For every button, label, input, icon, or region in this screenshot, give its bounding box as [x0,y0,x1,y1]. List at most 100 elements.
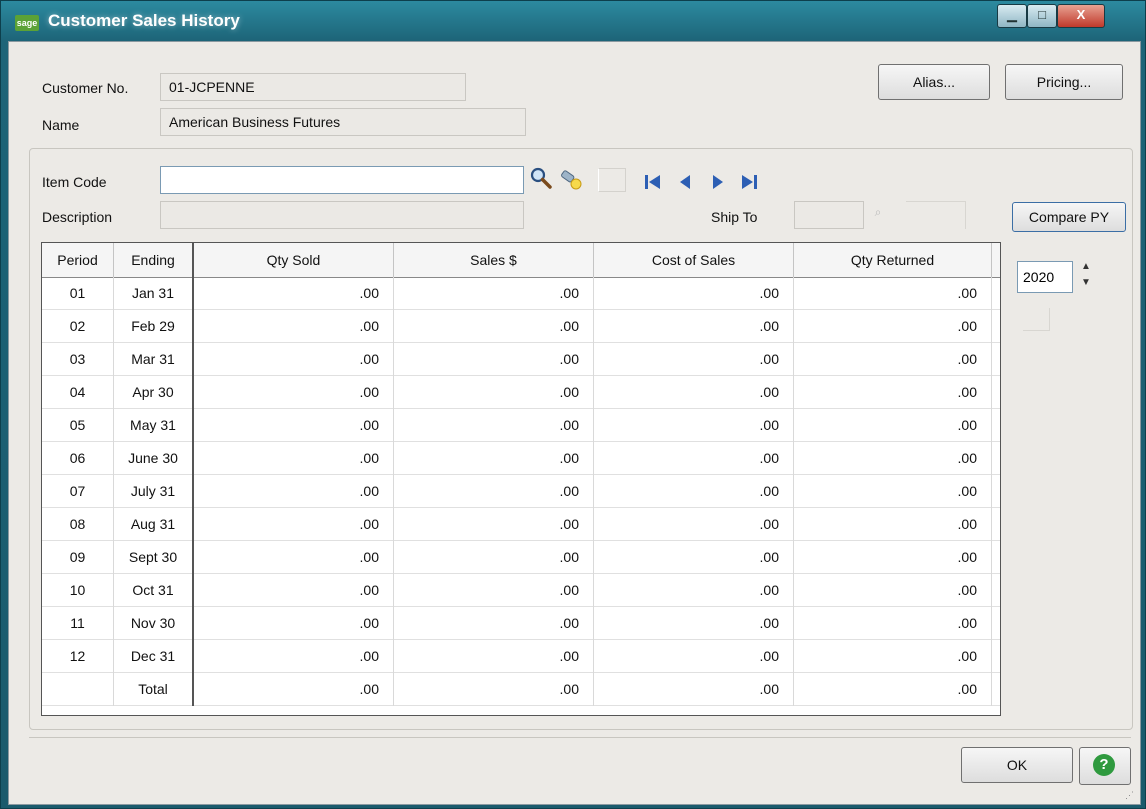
total-row[interactable]: Total .00.00.00.00 [42,673,1000,706]
year-spinner[interactable]: 2020 [1017,261,1073,293]
cell-qty-returned: .00 [794,409,992,442]
cell-period: 04 [42,376,114,409]
cell-sales: .00 [394,508,594,541]
lookup-magnifier-icon[interactable] [529,166,553,190]
next-record-icon[interactable] [706,170,730,194]
cell-cost-of-sales: .00 [594,376,794,409]
cell-qty-returned: .00 [794,277,992,310]
divider [29,737,1131,738]
header-sales[interactable]: Sales $ [394,243,594,277]
cell-cost-of-sales: .00 [594,574,794,607]
header-period[interactable]: Period [42,243,114,277]
cell-sales: .00 [394,475,594,508]
sage-logo: sage [15,15,39,31]
maximize-button[interactable]: □ [1027,4,1057,28]
pricing-button[interactable]: Pricing... [1005,64,1123,100]
cell-cost-of-sales: .00 [594,310,794,343]
cell-sales: .00 [394,574,594,607]
window-title: Customer Sales History [48,11,240,30]
help-icon: ? [1093,754,1115,776]
close-button[interactable]: X [1057,4,1105,28]
description-label: Description [42,209,113,225]
customer-no-label: Customer No. [42,80,129,96]
header-qty-sold[interactable]: Qty Sold [194,243,394,277]
cell-period: 10 [42,574,114,607]
cell-sales: .00 [394,409,594,442]
compare-py-button[interactable]: Compare PY [1012,202,1126,232]
cell-qty-sold: .00 [194,442,394,475]
blank-check-box[interactable] [1023,308,1050,331]
cell-period: 01 [42,277,114,310]
cell-cost-of-sales: .00 [594,475,794,508]
cell-period: 09 [42,541,114,574]
customer-no-field: 01-JCPENNE [160,73,466,101]
table-row[interactable]: 11 Nov 30.00.00.00.00 [42,607,1000,640]
minimize-button[interactable]: ▁ [997,4,1027,28]
blank-toggle-button[interactable] [598,168,626,192]
item-code-input[interactable] [160,166,524,194]
cell-qty-sold: .00 [194,640,394,673]
sales-history-grid[interactable]: Period Ending Qty Sold Sales $ Cost of S… [41,242,1001,716]
first-record-icon[interactable] [641,170,665,194]
cell-qty-sold: .00 [194,409,394,442]
cell-sales: .00 [394,343,594,376]
last-record-icon[interactable] [737,170,761,194]
alias-button[interactable]: Alias... [878,64,990,100]
cell-period: 02 [42,310,114,343]
dialog-body: Customer No. 01-JCPENNE Name American Bu… [8,41,1141,805]
pricing-button-label: Pricing... [1036,74,1092,90]
cell-period: 03 [42,343,114,376]
header-ending[interactable]: Ending [114,243,194,277]
cell-cost-of-sales: .00 [594,508,794,541]
header-qty-returned[interactable]: Qty Returned [794,243,992,277]
cell-ending: May 31 [114,409,194,442]
table-row[interactable]: 08 Aug 31.00.00.00.00 [42,508,1000,541]
cell-qty-sold: .00 [194,343,394,376]
ship-to-label: Ship To [711,209,758,225]
table-row[interactable]: 09 Sept 30.00.00.00.00 [42,541,1000,574]
ship-to-field[interactable] [794,201,864,229]
cell-qty-returned: .00 [794,310,992,343]
cell-ending: Jan 31 [114,277,194,310]
search-flashlight-icon[interactable] [560,168,584,192]
table-row[interactable]: 01 Jan 31.00.00.00.00 [42,277,1000,310]
cell-qty-sold: .00 [194,574,394,607]
header-cost-of-sales[interactable]: Cost of Sales [594,243,794,277]
ship-to-lookup-icon[interactable]: ⌕ [869,205,887,223]
table-row[interactable]: 06 June 30.00.00.00.00 [42,442,1000,475]
help-button[interactable]: ? [1079,747,1131,785]
cell-cost-of-sales: .00 [594,277,794,310]
cell-cost-of-sales: .00 [594,640,794,673]
cell-ending: Apr 30 [114,376,194,409]
compare-py-label: Compare PY [1028,209,1110,225]
cell-sales: .00 [394,607,594,640]
table-row[interactable]: 04 Apr 30.00.00.00.00 [42,376,1000,409]
ok-button[interactable]: OK [961,747,1073,783]
cell-qty-sold: .00 [194,541,394,574]
year-down-icon[interactable]: ▼ [1081,277,1091,288]
description-field [160,201,524,229]
table-row[interactable]: 05 May 31.00.00.00.00 [42,409,1000,442]
cell-sales: .00 [394,442,594,475]
table-row[interactable]: 03 Mar 31.00.00.00.00 [42,343,1000,376]
table-row[interactable]: 07 July 31.00.00.00.00 [42,475,1000,508]
cell-qty-returned: .00 [794,508,992,541]
cell-ending: Dec 31 [114,640,194,673]
cell-qty-returned: .00 [794,376,992,409]
year-up-icon[interactable]: ▲ [1081,261,1091,272]
cell-ending: Total [114,673,194,706]
cell-qty-returned: .00 [794,343,992,376]
grid-header: Period Ending Qty Sold Sales $ Cost of S… [42,243,1000,278]
resize-grip-icon[interactable]: ⋰ [1125,790,1137,802]
cell-ending: Nov 30 [114,607,194,640]
cell-ending: July 31 [114,475,194,508]
title-bar[interactable]: sage Customer Sales History ▁ □ X [1,1,1145,41]
cell-period: 11 [42,607,114,640]
cell-cost-of-sales: .00 [594,343,794,376]
previous-record-icon[interactable] [673,170,697,194]
cell-ending: Oct 31 [114,574,194,607]
cell-cost-of-sales: .00 [594,673,794,706]
table-row[interactable]: 10 Oct 31.00.00.00.00 [42,574,1000,607]
table-row[interactable]: 12 Dec 31.00.00.00.00 [42,640,1000,673]
table-row[interactable]: 02 Feb 29.00.00.00.00 [42,310,1000,343]
